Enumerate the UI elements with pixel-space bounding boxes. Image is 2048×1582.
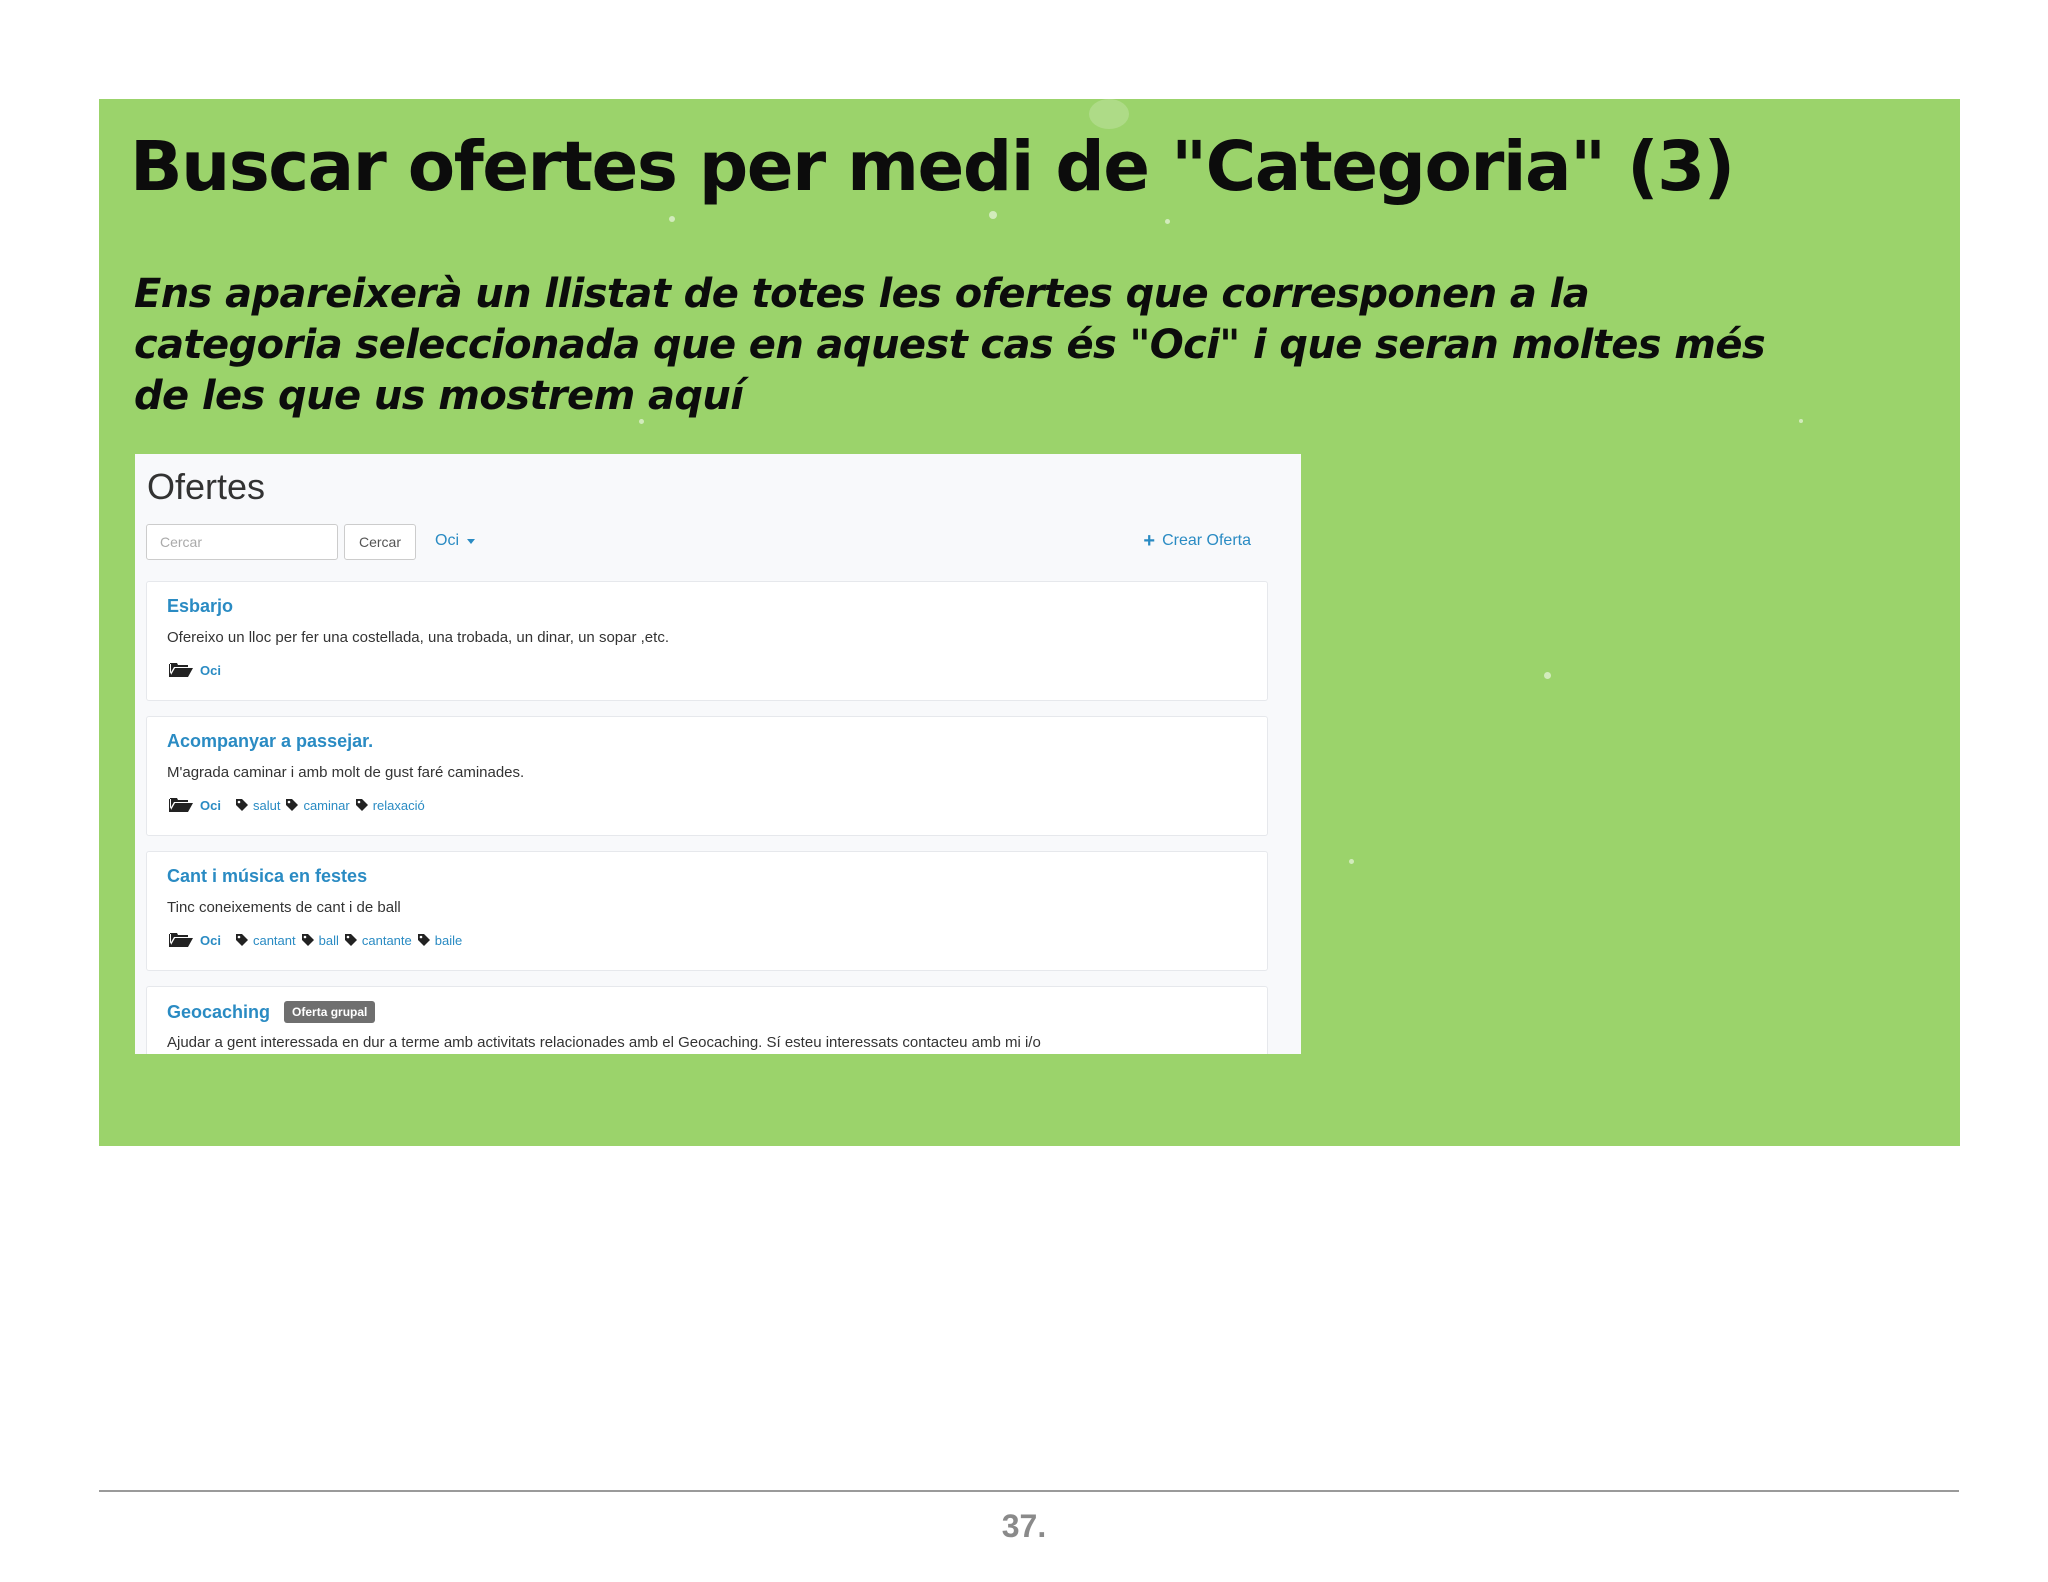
offer-category-link[interactable]: Oci [200, 798, 221, 813]
offer-tag-label[interactable]: cantante [362, 933, 412, 948]
offer-card: Esbarjo Ofereixo un lloc per fer una cos… [146, 581, 1268, 701]
search-input[interactable] [146, 524, 338, 560]
offer-tag[interactable]: ball [301, 933, 339, 948]
folder-open-icon [169, 933, 193, 947]
offer-title-text[interactable]: Acompanyar a passejar. [167, 731, 373, 752]
group-offer-badge: Oferta grupal [284, 1001, 376, 1023]
offer-meta: Oci cantant ball cantante baile [169, 932, 467, 948]
offer-card: Acompanyar a passejar. M'agrada caminar … [146, 716, 1268, 836]
tag-icon [235, 934, 248, 946]
slide-subtitle: Ens apareixerà un llistat de totes les o… [134, 271, 1766, 419]
background-speck [989, 211, 997, 219]
offer-tag[interactable]: relaxació [355, 798, 425, 813]
category-dropdown-label: Oci [435, 532, 459, 549]
page-title: Ofertes [147, 466, 266, 507]
page-number: 37. [1001, 1508, 1047, 1544]
offer-title[interactable]: Cant i música en festes [167, 866, 367, 887]
category-dropdown[interactable]: Oci [435, 532, 475, 550]
offer-title-text[interactable]: Geocaching [167, 1002, 270, 1023]
offer-tag-label[interactable]: cantant [253, 933, 296, 948]
plus-icon: + [1143, 530, 1156, 552]
offer-category-link[interactable]: Oci [200, 663, 221, 678]
offer-tag-label[interactable]: caminar [303, 798, 349, 813]
folder-open-icon [169, 798, 193, 812]
folder-open-icon [169, 663, 193, 677]
chevron-down-icon [467, 538, 475, 544]
tag-icon [417, 934, 430, 946]
offer-title-text[interactable]: Cant i música en festes [167, 866, 367, 887]
offer-tag-label[interactable]: ball [319, 933, 339, 948]
offer-tag[interactable]: caminar [285, 798, 350, 813]
offers-screenshot: Ofertes Cercar Oci + Crear Oferta Esbarj… [135, 454, 1301, 1054]
slide-title: Buscar ofertes per medi de "Categoria" (… [130, 127, 1735, 207]
background-speck [1544, 672, 1551, 679]
background-speck [1349, 859, 1354, 864]
offer-title-text[interactable]: Esbarjo [167, 596, 233, 617]
create-offer-label: Crear Oferta [1162, 532, 1251, 549]
offer-tag-label[interactable]: baile [435, 933, 462, 948]
background-speck [669, 216, 675, 222]
offer-title[interactable]: Geocaching Oferta grupal [167, 1001, 376, 1023]
offer-description: Ofereixo un lloc per fer una costellada,… [167, 629, 669, 646]
background-speck [1799, 419, 1803, 423]
slide-panel: Buscar ofertes per medi de "Categoria" (… [99, 99, 1960, 1146]
offer-card: Geocaching Oferta grupal Ajudar a gent i… [146, 986, 1268, 1054]
search-button[interactable]: Cercar [344, 524, 416, 560]
tag-icon [344, 934, 357, 946]
offer-tag[interactable]: cantant [235, 933, 296, 948]
offer-tag[interactable]: baile [417, 933, 462, 948]
offer-tag-label[interactable]: salut [253, 798, 280, 813]
offer-card: Cant i música en festes Tinc coneixement… [146, 851, 1268, 971]
offer-tag[interactable]: salut [235, 798, 280, 813]
offer-tag-label[interactable]: relaxació [373, 798, 425, 813]
footer-divider [99, 1490, 1959, 1492]
background-speck [1165, 219, 1170, 224]
tag-icon [301, 934, 314, 946]
offer-title[interactable]: Acompanyar a passejar. [167, 731, 373, 752]
offer-description: Tinc coneixements de cant i de ball [167, 899, 401, 916]
background-speck [1089, 99, 1129, 129]
offer-description: M'agrada caminar i amb molt de gust faré… [167, 764, 525, 781]
offer-description: Ajudar a gent interessada en dur a terme… [167, 1034, 1041, 1051]
offer-category-link[interactable]: Oci [200, 933, 221, 948]
offer-tag[interactable]: cantante [344, 933, 412, 948]
tag-icon [286, 799, 299, 811]
offer-meta: Oci [169, 662, 235, 678]
tag-icon [355, 799, 368, 811]
offer-title[interactable]: Esbarjo [167, 596, 233, 617]
offer-meta: Oci salut caminar relaxació [169, 797, 430, 813]
create-offer-link[interactable]: + Crear Oferta [1143, 530, 1251, 552]
tag-icon [235, 799, 248, 811]
